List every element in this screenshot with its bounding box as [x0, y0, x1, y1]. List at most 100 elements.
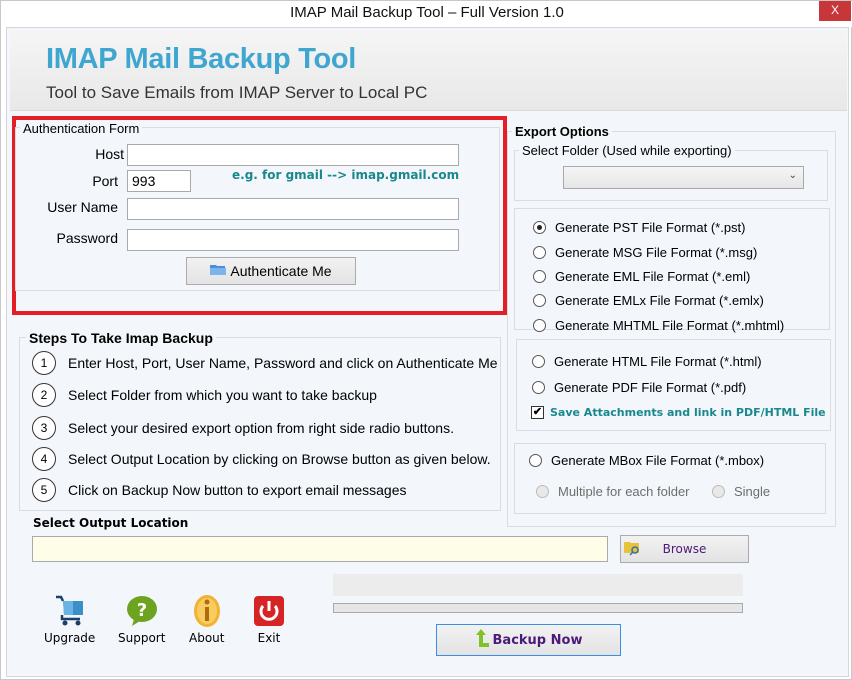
folder-select-group: Select Folder (Used while exporting) ⌄	[514, 143, 828, 201]
power-icon	[252, 594, 286, 628]
mail-formats-group: Generate PST File Format (*.pst) Generat…	[514, 208, 830, 333]
username-label: User Name	[47, 199, 118, 215]
close-button[interactable]: X	[819, 1, 851, 21]
radio-label: Generate PST File Format (*.pst)	[555, 220, 746, 235]
browse-button[interactable]: Browse	[620, 535, 749, 563]
radio-mbox[interactable]: Generate MBox File Format (*.mbox)	[529, 453, 764, 468]
backup-now-button[interactable]: Backup Now	[436, 624, 621, 656]
radio-pdf[interactable]: Generate PDF File Format (*.pdf)	[532, 380, 746, 395]
radio-indicator	[712, 485, 725, 498]
auth-form-legend: Authentication Form	[20, 121, 143, 136]
backup-now-label: Backup Now	[492, 632, 583, 648]
step-number: 3	[32, 416, 56, 440]
step-item: 2 Select Folder from which you want to ta…	[32, 383, 377, 407]
support-label: Support	[118, 631, 166, 645]
radio-label: Generate EML File Format (*.eml)	[555, 269, 751, 284]
folder-select-legend: Select Folder (Used while exporting)	[519, 143, 735, 158]
mbox-group: Generate MBox File Format (*.mbox) Multi…	[514, 443, 826, 514]
browse-label: Browse	[662, 542, 707, 556]
support-button[interactable]: ? Support	[118, 594, 165, 645]
folder-icon	[210, 263, 227, 279]
title-bar: IMAP Mail Backup Tool – Full Version 1.0…	[1, 1, 852, 27]
header-banner: IMAP Mail Backup Tool Tool to Save Email…	[10, 31, 847, 111]
port-label: Port	[92, 173, 118, 189]
arrow-up-icon	[475, 629, 489, 651]
upgrade-button[interactable]: Upgrade	[44, 594, 95, 645]
radio-eml[interactable]: Generate EML File Format (*.eml)	[533, 269, 750, 284]
authenticate-label: Authenticate Me	[230, 263, 332, 279]
radio-indicator	[533, 270, 546, 283]
steps-legend: Steps To Take Imap Backup	[26, 330, 216, 346]
host-hint: e.g. for gmail --> imap.gmail.com	[232, 168, 460, 182]
radio-label: Generate PDF File Format (*.pdf)	[554, 380, 747, 395]
auth-form: Authentication Form Host Port e.g. for g…	[15, 121, 500, 291]
save-attachments-checkbox[interactable]: ✔ Save Attachments and link in PDF/HTML F…	[531, 406, 826, 419]
export-options-legend: Export Options	[512, 124, 612, 139]
step-item: 3 Select your desired export option from …	[32, 416, 454, 440]
radio-indicator	[536, 485, 549, 498]
password-label: Password	[56, 230, 118, 246]
about-label: About	[189, 631, 225, 645]
progress-bar	[333, 603, 743, 613]
radio-indicator	[533, 221, 546, 234]
exit-button[interactable]: Exit	[252, 594, 286, 645]
radio-pst[interactable]: Generate PST File Format (*.pst)	[533, 220, 746, 235]
radio-label: Generate MHTML File Format (*.mhtml)	[555, 318, 785, 333]
banner-subtitle: Tool to Save Emails from IMAP Server to …	[46, 83, 428, 102]
radio-mbox-single[interactable]: Single	[712, 484, 770, 499]
radio-label: Generate HTML File Format (*.html)	[554, 354, 762, 369]
step-item: 4 Select Output Location by clicking on B…	[32, 447, 491, 471]
radio-label: Single	[734, 484, 771, 499]
radio-html[interactable]: Generate HTML File Format (*.html)	[532, 354, 762, 369]
host-label: Host	[95, 146, 124, 162]
svg-text:?: ?	[136, 600, 146, 621]
radio-label: Generate MSG File Format (*.msg)	[555, 245, 758, 260]
radio-indicator	[532, 381, 545, 394]
radio-label: Generate EMLx File Format (*.emlx)	[555, 293, 764, 308]
client-area: IMAP Mail Backup Tool Tool to Save Email…	[6, 27, 849, 677]
radio-indicator	[533, 319, 546, 332]
step-text: Enter Host, Port, User Name, Password an…	[68, 355, 498, 371]
folder-select[interactable]: ⌄	[563, 166, 804, 189]
radio-indicator	[533, 246, 546, 259]
checkmark-icon: ✔	[531, 406, 544, 419]
step-text: Click on Backup Now button to export ema…	[68, 482, 407, 498]
about-button[interactable]: About	[189, 594, 224, 645]
step-text: Select Folder from which you want to tak…	[68, 387, 377, 403]
app-window: IMAP Mail Backup Tool – Full Version 1.0…	[0, 0, 852, 680]
radio-label: Generate MBox File Format (*.mbox)	[551, 453, 765, 468]
radio-indicator	[529, 454, 542, 467]
progress-status-area	[333, 574, 743, 596]
password-input[interactable]	[127, 229, 459, 251]
folder-search-icon	[624, 540, 642, 559]
doc-formats-group: Generate HTML File Format (*.html) Gener…	[516, 339, 831, 431]
radio-label: Multiple for each folder	[558, 484, 690, 499]
radio-emlx[interactable]: Generate EMLx File Format (*.emlx)	[533, 293, 764, 308]
port-input[interactable]	[127, 170, 191, 192]
username-input[interactable]	[127, 198, 459, 220]
radio-mbox-multiple[interactable]: Multiple for each folder	[536, 484, 690, 499]
radio-mhtml[interactable]: Generate MHTML File Format (*.mhtml)	[533, 318, 784, 333]
step-item: 1 Enter Host, Port, User Name, Password a…	[32, 351, 498, 375]
export-options-panel: Export Options Select Folder (Used while…	[507, 124, 836, 527]
host-input[interactable]	[127, 144, 459, 166]
upgrade-label: Upgrade	[44, 631, 96, 645]
radio-indicator	[532, 355, 545, 368]
window-title: IMAP Mail Backup Tool – Full Version 1.0	[290, 4, 564, 21]
banner-title: IMAP Mail Backup Tool	[46, 43, 357, 75]
step-item: 5 Click on Backup Now button to export em…	[32, 478, 407, 502]
step-text: Select Output Location by clicking on Br…	[68, 451, 491, 467]
step-number: 2	[32, 383, 56, 407]
output-location-label: Select Output Location	[33, 516, 189, 530]
info-icon	[190, 594, 224, 628]
radio-indicator	[533, 294, 546, 307]
step-number: 4	[32, 447, 56, 471]
save-attachments-label: Save Attachments and link in PDF/HTML Fi…	[550, 406, 826, 419]
output-location-input[interactable]	[32, 536, 608, 562]
cart-icon	[53, 594, 87, 628]
step-text: Select your desired export option from r…	[68, 420, 454, 436]
authenticate-button[interactable]: Authenticate Me	[186, 257, 356, 285]
chevron-down-icon: ⌄	[788, 170, 797, 181]
step-number: 1	[32, 351, 56, 375]
radio-msg[interactable]: Generate MSG File Format (*.msg)	[533, 245, 757, 260]
